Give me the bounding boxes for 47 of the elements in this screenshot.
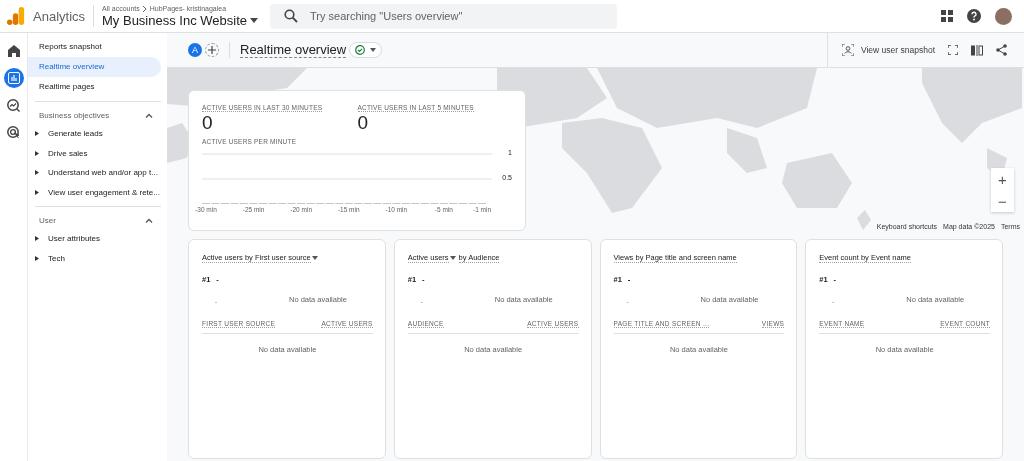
caret-icon[interactable] <box>311 256 318 260</box>
home-icon <box>7 45 20 57</box>
caret-icon[interactable] <box>449 256 456 260</box>
add-comparison-button[interactable] <box>205 43 219 57</box>
zoom-out-button[interactable]: − <box>991 190 1014 212</box>
sidebar-group-item[interactable]: Understand web and/or app t... <box>28 163 167 183</box>
sidebar-group-item[interactable]: View user engagement & rete... <box>28 182 167 202</box>
help-icon[interactable] <box>967 9 981 23</box>
chevron-icon[interactable] <box>145 217 153 223</box>
view-user-snapshot-button[interactable]: View user snapshot <box>841 44 935 56</box>
product-name: Analytics <box>33 8 86 24</box>
page-title: Realtime overview <box>240 42 347 58</box>
user-frame-icon <box>841 44 854 56</box>
fullscreen-icon[interactable] <box>948 45 958 55</box>
nav-rail-button[interactable] <box>3 68 24 88</box>
sidebar-link[interactable]: Reports snapshot <box>28 37 161 57</box>
target-cursor-icon <box>7 125 20 139</box>
section-heading: Business objectives <box>39 110 110 120</box>
chevron-icon[interactable] <box>145 112 153 118</box>
section-heading: User <box>39 215 56 225</box>
caret-icon <box>370 48 377 52</box>
share-icon[interactable] <box>996 44 1007 56</box>
metric-value: 0 <box>357 112 370 134</box>
search-icon <box>284 9 298 23</box>
sidebar-group-item[interactable]: Tech <box>28 248 167 268</box>
explore-chart-icon <box>7 98 20 112</box>
comparison-avatar[interactable]: A <box>188 43 202 57</box>
analytics-logo-icon <box>7 6 25 26</box>
sidebar-group-item[interactable]: Generate leads <box>28 124 167 144</box>
status-dropdown[interactable] <box>349 42 383 58</box>
account-avatar[interactable] <box>995 7 1012 25</box>
metric-value: 0 <box>202 112 214 134</box>
apps-grid-icon[interactable] <box>941 10 953 22</box>
property-selector[interactable]: My Business Inc Website <box>102 12 258 28</box>
bar-chart-icon <box>7 72 20 84</box>
sidebar-group-item[interactable]: Drive sales <box>28 143 167 163</box>
caret-icon <box>250 17 258 23</box>
sidebar-group-item[interactable]: User attributes <box>28 229 167 249</box>
search-bar[interactable]: Try searching "Users overview" <box>270 3 617 29</box>
sidebar-link[interactable]: Realtime pages <box>28 77 161 97</box>
chevron-right-icon <box>141 4 148 13</box>
search-field[interactable]: Try searching "Users overview" <box>308 9 617 23</box>
compare-columns-icon[interactable] <box>971 44 983 56</box>
check-circle-icon <box>355 45 366 55</box>
zoom-in-button[interactable]: + <box>991 168 1014 190</box>
plus-icon <box>208 46 216 54</box>
sidebar-link[interactable]: Realtime overview <box>28 57 161 77</box>
